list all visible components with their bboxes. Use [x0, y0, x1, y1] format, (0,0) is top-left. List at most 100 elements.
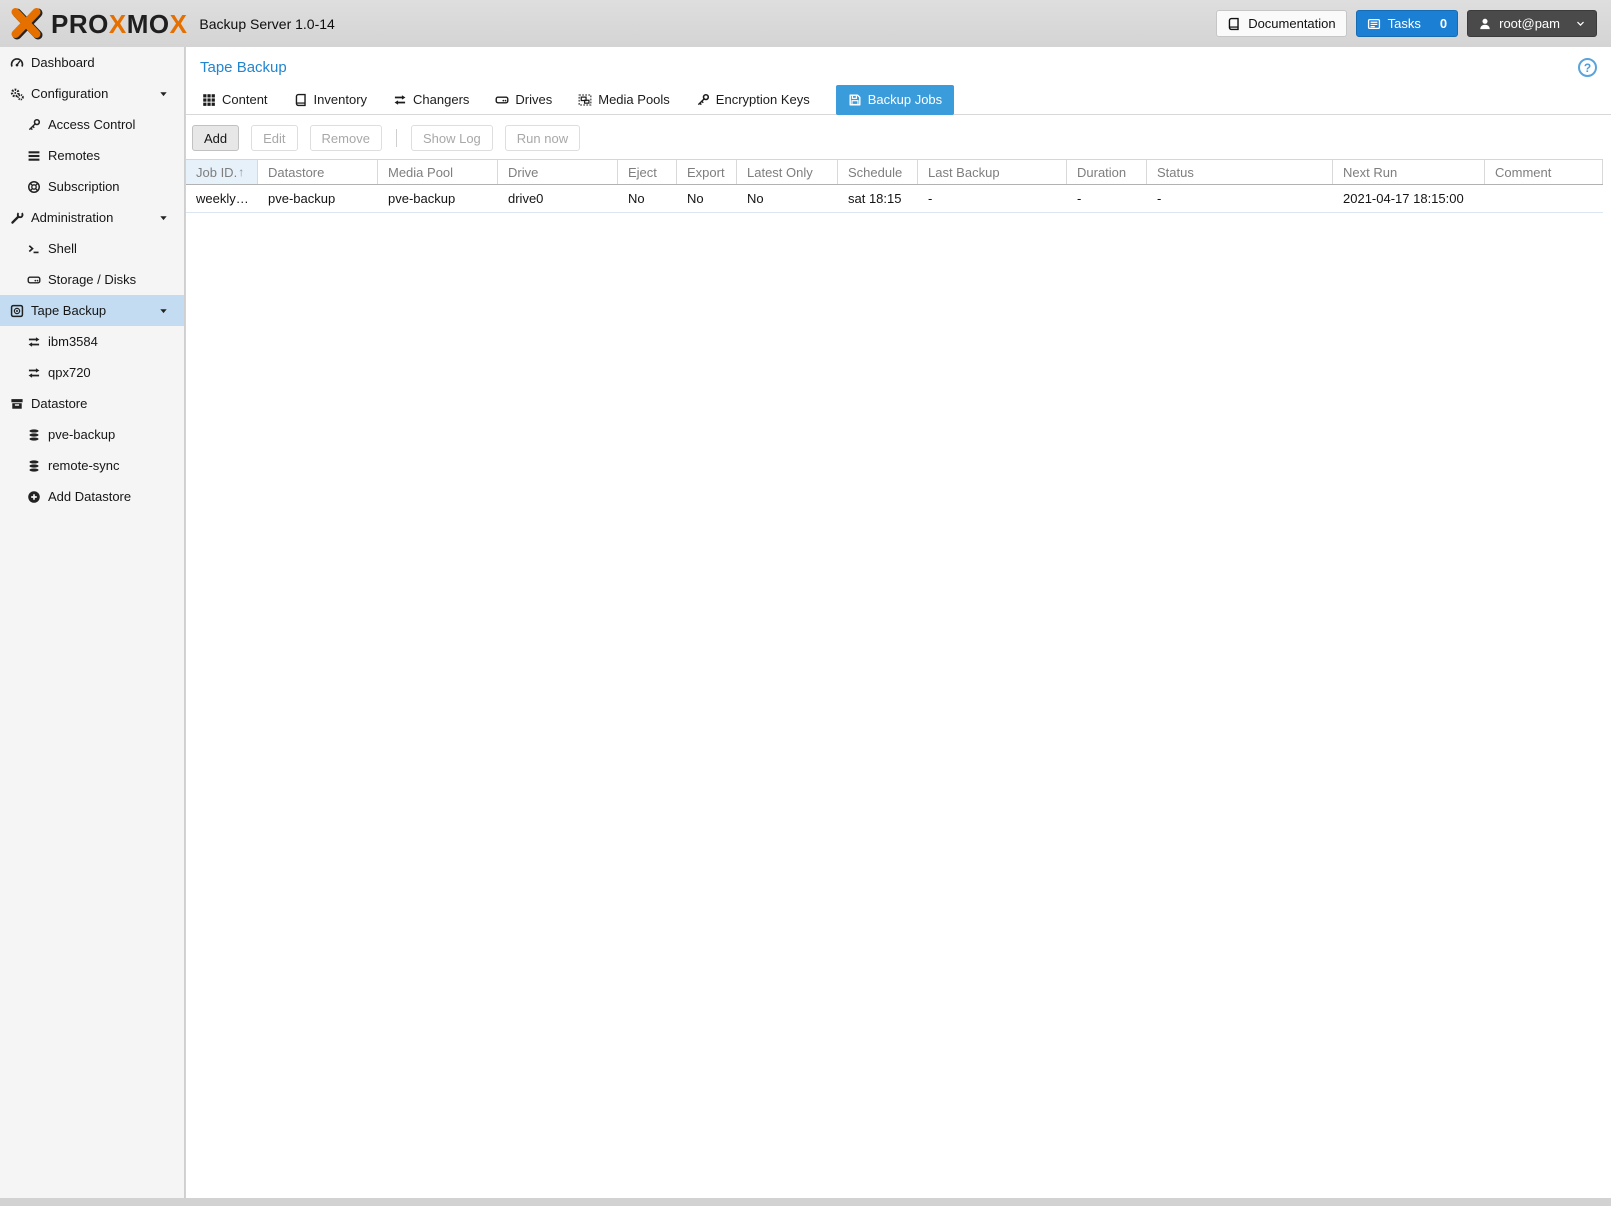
archive-icon [9, 397, 25, 411]
object-group-icon [578, 93, 592, 107]
sidebar-item-tape-backup[interactable]: Tape Backup [0, 295, 184, 326]
page-title: Tape Backup [200, 59, 287, 76]
top-bar: PROXMOX Backup Server 1.0-14 Documentati… [0, 0, 1611, 47]
column-header-duration[interactable]: Duration [1067, 160, 1147, 184]
brand-letter: PRO [51, 8, 109, 39]
sidebar-item-label: Administration [31, 210, 114, 225]
table-row[interactable]: weekly… pve-backup pve-backup drive0 No No No s… [186, 185, 1603, 213]
cell-last-backup: - [928, 191, 933, 206]
hdd-icon [495, 93, 509, 107]
column-header-comment[interactable]: Comment [1485, 160, 1603, 184]
column-header-drive[interactable]: Drive [498, 160, 618, 184]
user-label: root@pam [1499, 16, 1560, 31]
column-header-label: Last Backup [928, 164, 1000, 180]
help-icon[interactable]: ? [1578, 58, 1597, 77]
save-icon [848, 93, 862, 107]
column-header-last-backup[interactable]: Last Backup [918, 160, 1067, 184]
proxmox-x-icon [9, 7, 45, 40]
column-header-label: Media Pool [388, 164, 454, 180]
column-header-schedule[interactable]: Schedule [838, 160, 918, 184]
tasks-icon [1367, 17, 1381, 31]
show-log-button[interactable]: Show Log [410, 125, 493, 151]
sidebar-item-dashboard[interactable]: Dashboard [0, 47, 184, 78]
column-header-latest-only[interactable]: Latest Only [737, 160, 838, 184]
sidebar-item-label: remote-sync [48, 458, 120, 473]
user-menu-button[interactable]: root@pam [1467, 10, 1597, 37]
cell-duration: - [1077, 191, 1082, 206]
toolbar-separator [395, 129, 397, 147]
tab-drives[interactable]: Drives [495, 92, 552, 107]
sidebar-item-qpx720[interactable]: qpx720 [0, 357, 184, 388]
user-icon [1478, 17, 1492, 31]
chevron-down-icon [1575, 18, 1586, 29]
backup-jobs-grid: Job ID. ↑ Datastore Media Pool Drive Eject Exp… [186, 159, 1603, 213]
column-header-next-run[interactable]: Next Run [1333, 160, 1485, 184]
tab-inventory[interactable]: Inventory [294, 92, 367, 107]
column-header-status[interactable]: Status [1147, 160, 1333, 184]
sidebar-item-label: Configuration [31, 86, 109, 101]
tab-content[interactable]: Content [202, 92, 268, 107]
column-header-media-pool[interactable]: Media Pool [378, 160, 498, 184]
cell-latest-only: No [747, 191, 764, 206]
documentation-button[interactable]: Documentation [1216, 10, 1347, 37]
tab-backup-jobs[interactable]: Backup Jobs [835, 84, 955, 115]
run-now-button[interactable]: Run now [504, 125, 581, 151]
column-header-eject[interactable]: Eject [618, 160, 677, 184]
sidebar-item-remotes[interactable]: Remotes [0, 140, 184, 171]
sidebar-item-label: Tape Backup [31, 303, 107, 318]
sort-asc-icon: ↑ [238, 165, 245, 179]
sidebar-item-shell[interactable]: Shell [0, 233, 184, 264]
caret-down-icon[interactable] [155, 88, 171, 99]
sidebar-item-configuration[interactable]: Configuration [0, 78, 184, 109]
sidebar-item-ibm3584[interactable]: ibm3584 [0, 326, 184, 357]
tab-encryption-keys[interactable]: Encryption Keys [696, 92, 810, 107]
brand-letter: MO [126, 8, 170, 39]
cell-media-pool: pve-backup [388, 191, 456, 206]
hdd-icon [26, 273, 42, 287]
wrench-icon [9, 211, 25, 225]
tasks-button[interactable]: Tasks 0 [1355, 10, 1459, 37]
add-button[interactable]: Add [192, 125, 240, 151]
cell-schedule: sat 18:15 [848, 191, 902, 206]
column-header-label: Schedule [848, 164, 903, 180]
remove-button[interactable]: Remove [309, 125, 382, 151]
caret-down-icon[interactable] [155, 212, 171, 223]
column-header-label: Next Run [1343, 164, 1398, 180]
column-header-label: Duration [1077, 164, 1127, 180]
cell-drive: drive0 [508, 191, 544, 206]
life-ring-icon [26, 180, 42, 194]
caret-down-icon[interactable] [155, 305, 171, 316]
sidebar-item-storage-disks[interactable]: Storage / Disks [0, 264, 184, 295]
sidebar-item-add-datastore[interactable]: Add Datastore [0, 481, 184, 512]
cell-job-id: weekly… [196, 191, 249, 206]
bottom-strip [0, 1198, 1611, 1206]
column-header-job-id[interactable]: Job ID. ↑ [186, 160, 258, 184]
column-header-label: Status [1157, 164, 1194, 180]
product-title: Backup Server 1.0-14 [199, 15, 335, 32]
sidebar-item-pve-backup[interactable]: pve-backup [0, 419, 184, 450]
tab-media-pools[interactable]: Media Pools [578, 92, 670, 107]
database-icon [26, 459, 42, 473]
sidebar-item-access-control[interactable]: Access Control [0, 109, 184, 140]
tab-changers[interactable]: Changers [393, 92, 469, 107]
column-header-export[interactable]: Export [677, 160, 737, 184]
edit-button[interactable]: Edit [251, 125, 298, 151]
sidebar-item-label: Subscription [48, 179, 120, 194]
proxmox-wordmark: PROXMOX [51, 11, 187, 37]
exchange-icon [26, 366, 42, 380]
cell-comment [1485, 185, 1603, 212]
sidebar-item-label: Remotes [48, 148, 101, 163]
cell-export: No [687, 191, 704, 206]
sidebar-item-subscription[interactable]: Subscription [0, 171, 184, 202]
grid-icon [202, 93, 216, 107]
column-header-label: Comment [1495, 164, 1552, 180]
brand-letter: X [108, 8, 127, 39]
column-header-label: Datastore [268, 164, 325, 180]
sidebar-item-administration[interactable]: Administration [0, 202, 184, 233]
sidebar-item-remote-sync[interactable]: remote-sync [0, 450, 184, 481]
sidebar-item-datastore[interactable]: Datastore [0, 388, 184, 419]
main-panel: Tape Backup ? Content Inventory Changers Dr… [186, 47, 1611, 1198]
column-header-datastore[interactable]: Datastore [258, 160, 378, 184]
proxmox-logo: PROXMOX [0, 7, 187, 40]
sidebar-item-label: pve-backup [48, 427, 116, 442]
